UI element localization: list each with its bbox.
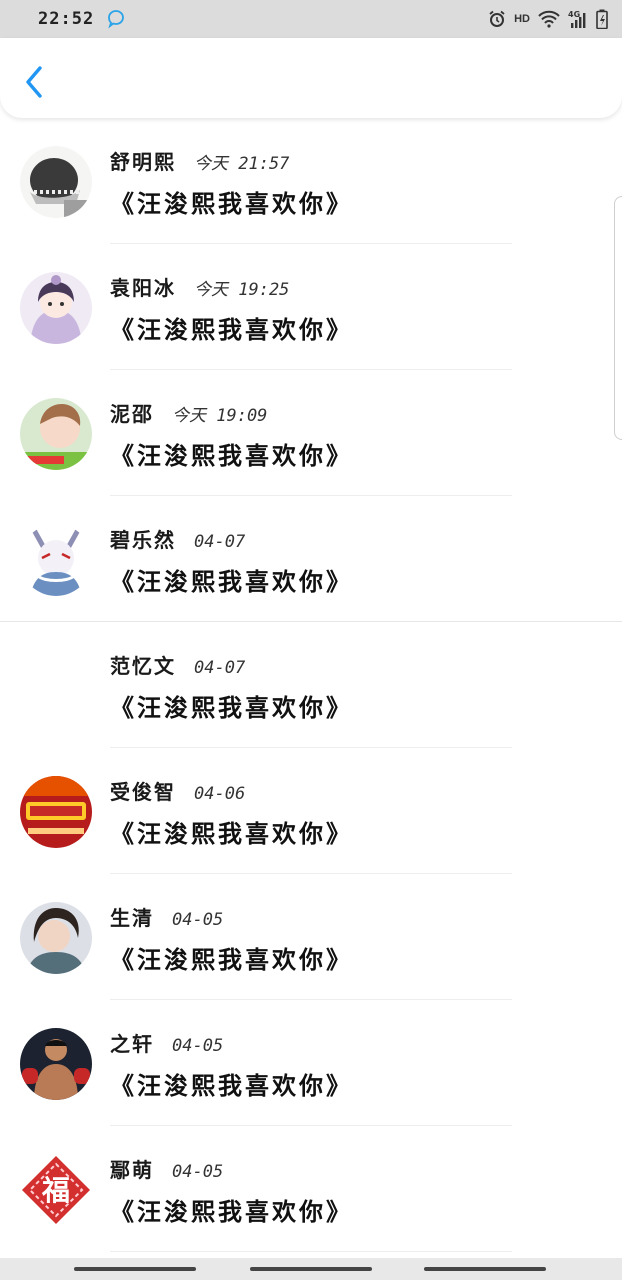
message-text: 《汪浚熙我喜欢你》 xyxy=(110,1071,353,1100)
message-time: 今天 19:25 xyxy=(194,280,290,300)
sender-name: 碧乐然 xyxy=(110,528,176,552)
avatar[interactable] xyxy=(20,902,92,974)
fu-character: 福 xyxy=(41,1174,70,1207)
sender-name: 泥邵 xyxy=(110,402,154,426)
message-meta: 泥邵 今天 19:09 xyxy=(110,398,267,427)
sender-name: 生清 xyxy=(110,906,154,930)
message-text: 《汪浚熙我喜欢你》 xyxy=(110,693,353,722)
message-time: 04-07 xyxy=(194,532,246,552)
nav-gesture-left[interactable] xyxy=(74,1267,196,1271)
nav-gesture-home[interactable] xyxy=(250,1267,372,1271)
avatar[interactable]: 福 xyxy=(20,1154,92,1226)
status-bar: 22:52 HD 4G xyxy=(0,0,622,38)
status-time: 22:52 xyxy=(38,9,95,29)
list-item[interactable]: 舒明熙 今天 21:57 《汪浚熙我喜欢你》 xyxy=(0,118,622,244)
message-meta: 生清 04-05 xyxy=(110,902,223,931)
alarm-icon xyxy=(488,10,506,28)
message-time: 04-07 xyxy=(194,658,246,678)
message-time: 今天 19:09 xyxy=(172,406,268,426)
sender-name: 范忆文 xyxy=(110,654,176,678)
message-text: 《汪浚熙我喜欢你》 xyxy=(110,315,353,344)
message-text: 《汪浚熙我喜欢你》 xyxy=(110,567,353,596)
avatar[interactable] xyxy=(20,398,92,470)
qq-bubble-icon xyxy=(106,9,126,29)
scroll-handle[interactable] xyxy=(614,196,622,440)
status-icons: HD 4G xyxy=(488,9,608,29)
sender-name: 之轩 xyxy=(110,1032,154,1056)
wifi-icon xyxy=(538,10,560,28)
back-button[interactable] xyxy=(18,62,50,102)
avatar[interactable] xyxy=(20,776,92,848)
divider xyxy=(110,1251,512,1252)
list-item[interactable]: 生清 04-05 《汪浚熙我喜欢你》 xyxy=(0,874,622,1000)
sender-name: 受俊智 xyxy=(110,780,176,804)
message-meta: 范忆文 04-07 xyxy=(110,650,245,679)
avatar[interactable] xyxy=(20,272,92,344)
avatar[interactable] xyxy=(20,524,92,596)
chevron-left-icon xyxy=(26,66,42,98)
message-text: 《汪浚熙我喜欢你》 xyxy=(110,819,353,848)
message-meta: 受俊智 04-06 xyxy=(110,776,245,805)
list-item[interactable]: 范忆文 04-07 《汪浚熙我喜欢你》 xyxy=(0,622,622,748)
message-list: 舒明熙 今天 21:57 《汪浚熙我喜欢你》 袁阳冰 今天 19:25 《汪浚熙… xyxy=(0,118,622,1258)
message-text: 《汪浚熙我喜欢你》 xyxy=(110,1197,353,1226)
message-meta: 之轩 04-05 xyxy=(110,1028,223,1057)
message-text: 《汪浚熙我喜欢你》 xyxy=(110,189,353,218)
list-item[interactable]: 之轩 04-05 《汪浚熙我喜欢你》 xyxy=(0,1000,622,1126)
message-time: 04-05 xyxy=(172,1036,224,1056)
message-meta: 碧乐然 04-07 xyxy=(110,524,245,553)
message-meta: 鄢萌 04-05 xyxy=(110,1154,223,1183)
sender-name: 袁阳冰 xyxy=(110,276,176,300)
message-time: 04-05 xyxy=(172,910,224,930)
avatar[interactable] xyxy=(20,146,92,218)
message-meta: 袁阳冰 今天 19:25 xyxy=(110,272,289,301)
signal-4g-icon: 4G xyxy=(568,9,588,29)
message-meta: 舒明熙 今天 21:57 xyxy=(110,146,289,175)
list-item[interactable]: 泥邵 今天 19:09 《汪浚熙我喜欢你》 xyxy=(0,370,622,496)
message-text: 《汪浚熙我喜欢你》 xyxy=(110,441,353,470)
list-item[interactable]: 袁阳冰 今天 19:25 《汪浚熙我喜欢你》 xyxy=(0,244,622,370)
svg-text:4G: 4G xyxy=(568,10,580,19)
list-item[interactable]: 受俊智 04-06 《汪浚熙我喜欢你》 xyxy=(0,748,622,874)
message-time: 04-05 xyxy=(172,1162,224,1182)
message-time: 04-06 xyxy=(194,784,246,804)
gesture-nav-bar xyxy=(0,1258,622,1280)
sender-name: 舒明熙 xyxy=(110,150,176,174)
list-item[interactable]: 福 鄢萌 04-05 《汪浚熙我喜欢你》 xyxy=(0,1126,622,1252)
list-item[interactable]: 碧乐然 04-07 《汪浚熙我喜欢你》 xyxy=(0,496,622,622)
hd-indicator: HD xyxy=(514,13,530,25)
message-time: 今天 21:57 xyxy=(194,154,290,174)
top-nav-bar xyxy=(0,38,622,118)
nav-gesture-right[interactable] xyxy=(424,1267,546,1271)
message-text: 《汪浚熙我喜欢你》 xyxy=(110,945,353,974)
sender-name: 鄢萌 xyxy=(110,1158,154,1182)
battery-icon xyxy=(596,9,608,29)
avatar[interactable] xyxy=(20,1028,92,1100)
